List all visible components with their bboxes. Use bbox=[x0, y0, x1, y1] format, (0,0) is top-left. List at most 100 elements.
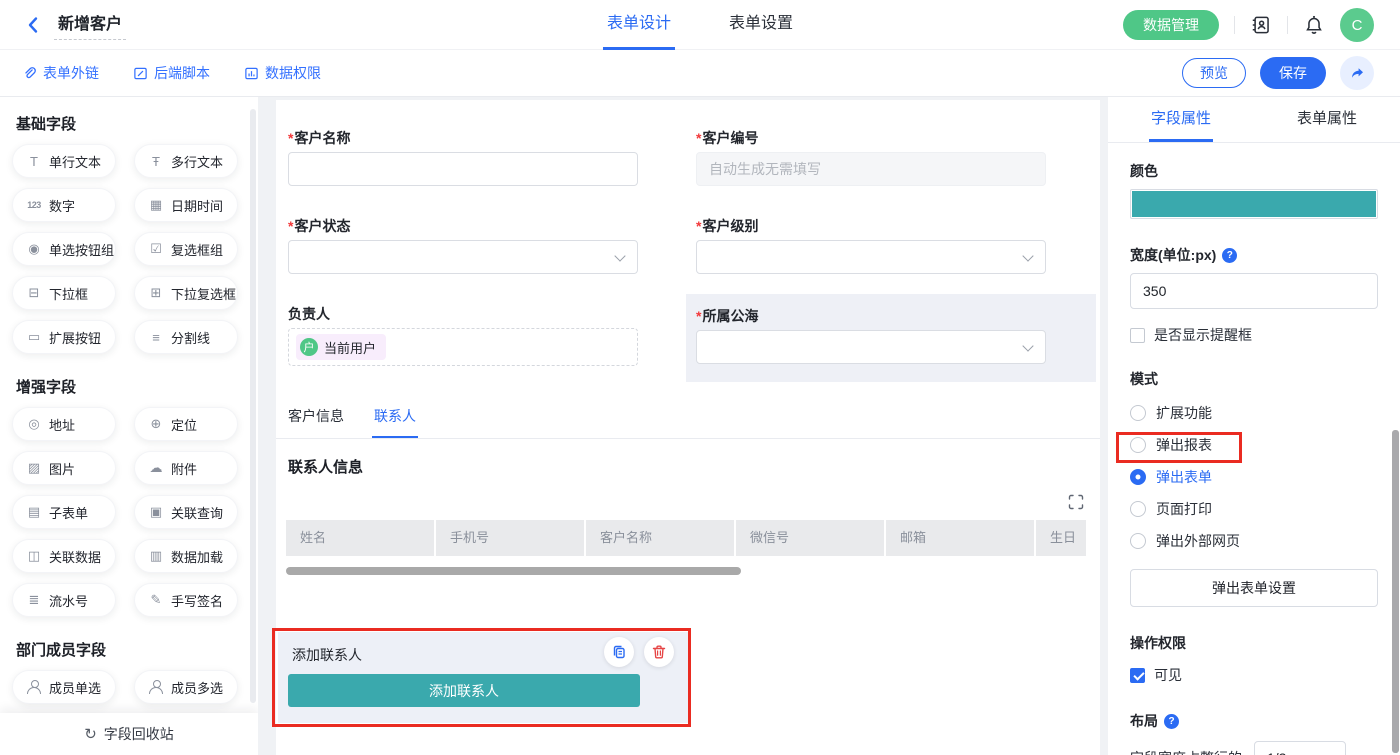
sidebar-item-single-line-text[interactable]: T单行文本 bbox=[12, 144, 116, 178]
permission-label: 操作权限 bbox=[1130, 633, 1378, 653]
sidebar-item-attachment[interactable]: ☁附件 bbox=[134, 451, 238, 485]
mode-option-popup-form[interactable]: 弹出表单 bbox=[1130, 467, 1212, 487]
copy-field-button[interactable] bbox=[604, 637, 634, 667]
add-contact-label: 添加联系人 bbox=[292, 645, 362, 665]
owner-field[interactable]: 户 当前用户 bbox=[288, 328, 638, 366]
sidebar-item-label: 分割线 bbox=[171, 328, 210, 347]
layout-width-value: 1/2 bbox=[1267, 750, 1286, 755]
customer-name-input[interactable] bbox=[288, 152, 638, 186]
popup-form-settings-button[interactable]: 弹出表单设置 bbox=[1130, 569, 1378, 607]
public-pool-select[interactable] bbox=[696, 330, 1046, 364]
public-pool-field-selected[interactable]: *所属公海 bbox=[686, 294, 1096, 382]
sidebar-item-label: 成员单选 bbox=[49, 678, 101, 697]
customer-no-input[interactable] bbox=[696, 152, 1046, 186]
layout-row-label: 字段宽度占整行的 bbox=[1130, 748, 1242, 755]
column-header[interactable]: 客户名称 bbox=[586, 520, 734, 556]
radio-icon[interactable] bbox=[1130, 405, 1146, 421]
address-book-icon[interactable] bbox=[1250, 14, 1272, 36]
sidebar-item-relation-data[interactable]: ◫关联数据 bbox=[12, 539, 116, 573]
field-library-sidebar: 基础字段 T单行文本 Ŧ多行文本 123数字 ▦日期时间 ◉单选按钮组 ☑复选框… bbox=[0, 97, 258, 755]
sidebar-item-member-multi[interactable]: 成员多选 bbox=[134, 670, 238, 704]
sidebar-item-subform[interactable]: ▤子表单 bbox=[12, 495, 116, 529]
customer-status-select[interactable] bbox=[288, 240, 638, 274]
data-permission-link[interactable]: 数据权限 bbox=[244, 63, 321, 83]
table-horizontal-scrollbar[interactable] bbox=[286, 567, 741, 575]
sidebar-item-address[interactable]: ◎地址 bbox=[12, 407, 116, 441]
color-swatch[interactable] bbox=[1130, 189, 1378, 219]
sidebar-item-divider[interactable]: ≡分割线 bbox=[134, 320, 238, 354]
visible-checkbox-row[interactable]: 可见 bbox=[1130, 665, 1378, 685]
add-contact-button[interactable]: 添加联系人 bbox=[288, 674, 640, 707]
sidebar-item-label: 单选按钮组 bbox=[49, 240, 114, 259]
tab-customer-info[interactable]: 客户信息 bbox=[288, 406, 344, 439]
radio-icon[interactable] bbox=[1130, 533, 1146, 549]
tab-form-properties[interactable]: 表单属性 bbox=[1254, 97, 1400, 142]
sidebar-item-multi-dropdown[interactable]: ⊞下拉复选框 bbox=[134, 276, 238, 310]
share-button[interactable] bbox=[1340, 56, 1374, 90]
current-user-tag[interactable]: 户 当前用户 bbox=[296, 334, 386, 360]
column-header[interactable]: 姓名 bbox=[286, 520, 434, 556]
sidebar-scrollbar[interactable] bbox=[250, 109, 256, 703]
add-contact-field-selected[interactable]: 添加联系人 添加联系人 bbox=[278, 632, 688, 723]
radio-icon[interactable] bbox=[1130, 501, 1146, 517]
sidebar-item-extend-button[interactable]: ▭扩展按钮 bbox=[12, 320, 116, 354]
layout-width-select[interactable]: 1/2 bbox=[1254, 741, 1346, 755]
form-title[interactable]: 新增客户 bbox=[54, 10, 126, 40]
reminder-checkbox-row[interactable]: 是否显示提醒框 bbox=[1130, 325, 1378, 345]
column-header[interactable]: 微信号 bbox=[736, 520, 884, 556]
layout-help-icon[interactable] bbox=[1164, 714, 1179, 729]
bell-icon[interactable] bbox=[1303, 14, 1325, 36]
column-header[interactable]: 邮箱 bbox=[886, 520, 1034, 556]
sidebar-item-datetime[interactable]: ▦日期时间 bbox=[134, 188, 238, 222]
sidebar-item-radio-group[interactable]: ◉单选按钮组 bbox=[12, 232, 116, 266]
tab-form-settings[interactable]: 表单设置 bbox=[729, 0, 793, 50]
sidebar-item-member-single[interactable]: 成员单选 bbox=[12, 670, 116, 704]
sidebar-item-label: 流水号 bbox=[49, 591, 88, 610]
sidebar-item-data-load[interactable]: ▥数据加载 bbox=[134, 539, 238, 573]
tab-form-design[interactable]: 表单设计 bbox=[607, 0, 671, 50]
sidebar-item-relation-query[interactable]: ▣关联查询 bbox=[134, 495, 238, 529]
relation-query-icon: ▣ bbox=[148, 504, 164, 520]
image-icon: ▨ bbox=[26, 460, 42, 476]
radio-icon[interactable] bbox=[1130, 437, 1146, 453]
tab-field-properties[interactable]: 字段属性 bbox=[1108, 97, 1254, 142]
save-button[interactable]: 保存 bbox=[1260, 57, 1326, 89]
visible-checkbox[interactable] bbox=[1130, 668, 1145, 683]
field-recycle-bin[interactable]: ↻ 字段回收站 bbox=[0, 713, 258, 755]
reminder-checkbox[interactable] bbox=[1130, 328, 1145, 343]
link-icon bbox=[26, 67, 35, 77]
sidebar-item-serial-number[interactable]: ≣流水号 bbox=[12, 583, 116, 617]
sidebar-item-dropdown[interactable]: ⊟下拉框 bbox=[12, 276, 116, 310]
preview-button[interactable]: 预览 bbox=[1182, 58, 1246, 88]
column-header[interactable]: 生日 bbox=[1036, 520, 1086, 556]
expand-icon[interactable] bbox=[1068, 494, 1084, 510]
form-external-link[interactable]: 表单外链 bbox=[22, 63, 99, 83]
sidebar-item-image[interactable]: ▨图片 bbox=[12, 451, 116, 485]
mode-option-extend[interactable]: 扩展功能 bbox=[1130, 403, 1212, 423]
header-tabs: 表单设计 表单设置 bbox=[607, 0, 793, 50]
mode-option-label: 页面打印 bbox=[1156, 499, 1212, 519]
user-avatar[interactable]: C bbox=[1340, 8, 1374, 42]
back-icon[interactable] bbox=[22, 14, 44, 36]
sidebar-item-location[interactable]: ⊕定位 bbox=[134, 407, 238, 441]
mode-option-popup-report[interactable]: 弹出报表 bbox=[1130, 435, 1212, 455]
customer-level-select[interactable] bbox=[696, 240, 1046, 274]
mode-option-page-print[interactable]: 页面打印 bbox=[1130, 499, 1212, 519]
sidebar-item-label: 定位 bbox=[171, 415, 197, 434]
sidebar-item-multi-line-text[interactable]: Ŧ多行文本 bbox=[134, 144, 238, 178]
sidebar-item-checkbox-group[interactable]: ☑复选框组 bbox=[134, 232, 238, 266]
sidebar-item-number[interactable]: 123数字 bbox=[12, 188, 116, 222]
data-manage-button[interactable]: 数据管理 bbox=[1123, 10, 1219, 40]
sidebar-item-signature[interactable]: ✎手写签名 bbox=[134, 583, 238, 617]
column-header[interactable]: 手机号 bbox=[436, 520, 584, 556]
delete-field-button[interactable] bbox=[644, 637, 674, 667]
window-scrollbar[interactable] bbox=[1392, 430, 1399, 753]
mode-option-label: 扩展功能 bbox=[1156, 403, 1212, 423]
tab-contacts[interactable]: 联系人 bbox=[374, 406, 416, 439]
width-input[interactable] bbox=[1130, 273, 1378, 309]
width-help-icon[interactable] bbox=[1222, 248, 1237, 263]
backend-script-link[interactable]: 后端脚本 bbox=[133, 63, 210, 83]
contact-table-header: 姓名 手机号 客户名称 微信号 邮箱 生日 bbox=[286, 520, 1086, 556]
mode-option-popup-external[interactable]: 弹出外部网页 bbox=[1130, 531, 1240, 551]
radio-icon[interactable] bbox=[1130, 469, 1146, 485]
